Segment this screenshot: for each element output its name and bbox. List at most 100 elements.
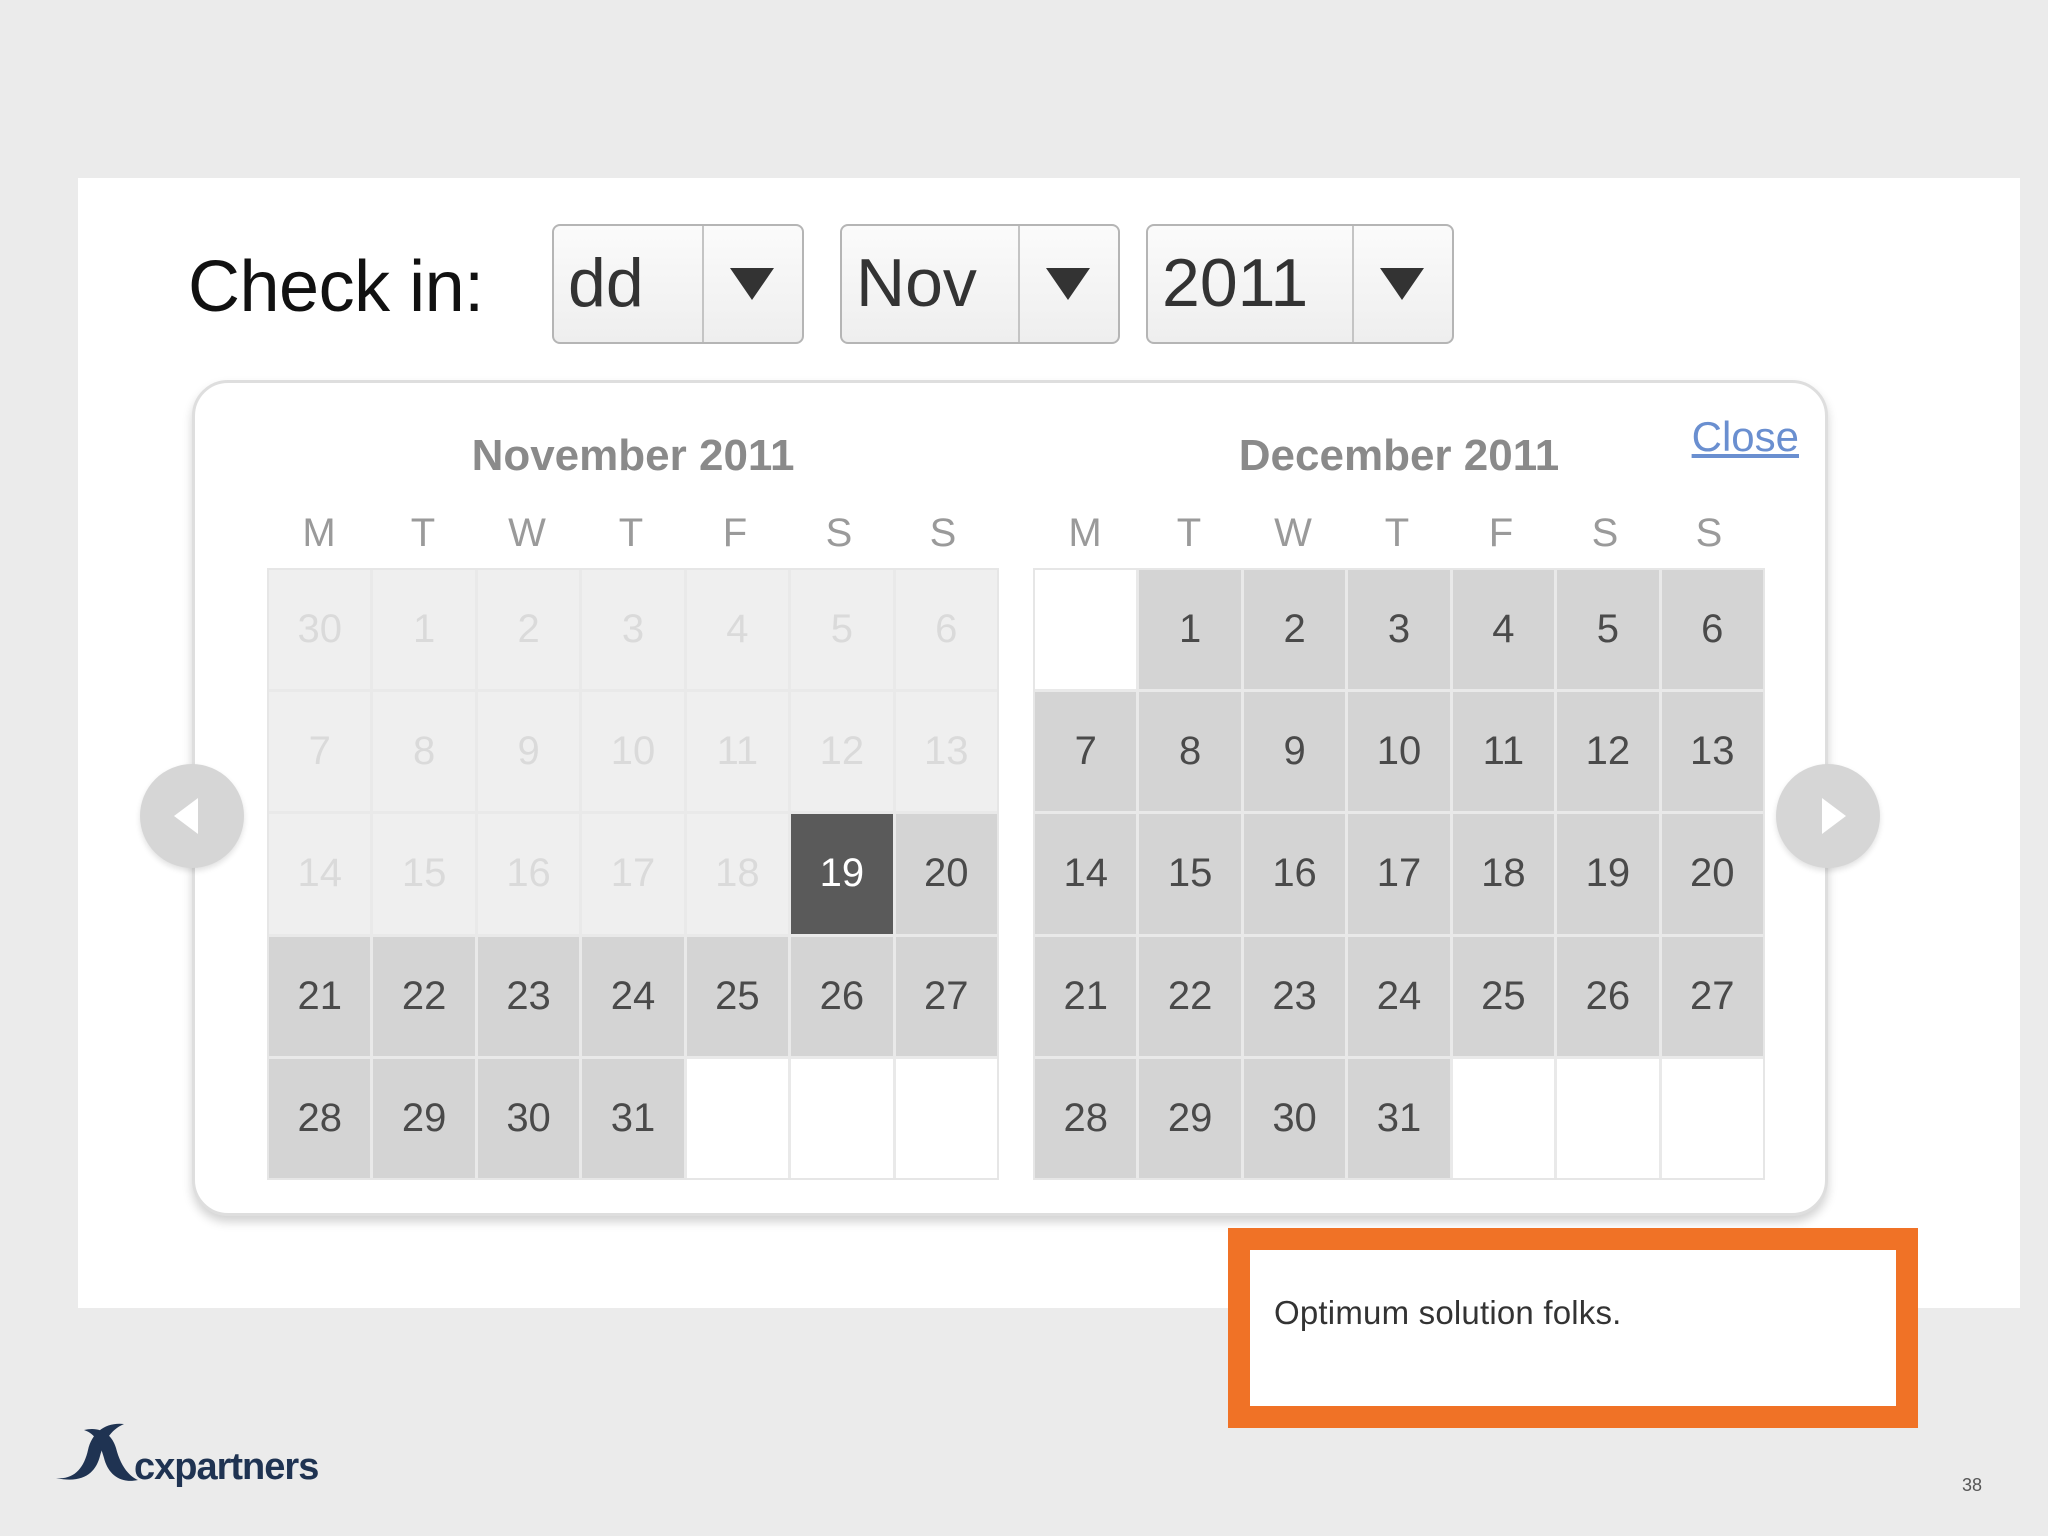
day-cell: 6 xyxy=(895,570,997,690)
day-select-value: dd xyxy=(568,245,644,321)
day-cell: 18 xyxy=(686,814,789,934)
weekday-label: W xyxy=(508,511,546,555)
day-cell[interactable]: 16 xyxy=(1243,814,1346,934)
day-cell[interactable]: 20 xyxy=(895,814,997,934)
triangle-down-icon xyxy=(1380,268,1424,300)
day-cell[interactable]: 11 xyxy=(1452,692,1555,812)
month-select-value: Nov xyxy=(856,245,977,321)
month-title-november: November 2011 xyxy=(471,431,795,480)
day-cell[interactable]: 30 xyxy=(477,1058,580,1178)
day-cell[interactable]: 31 xyxy=(1348,1058,1450,1178)
day-cell[interactable]: 22 xyxy=(373,936,475,1056)
weekday-label: S xyxy=(1591,511,1619,555)
day-cell: 7 xyxy=(269,692,371,812)
check-in-label: Check in: xyxy=(188,247,484,327)
day-cell[interactable]: 3 xyxy=(1348,570,1450,690)
month-title-december: December 2011 xyxy=(1238,431,1560,480)
day-cell[interactable]: 30 xyxy=(1243,1058,1346,1178)
day-cell[interactable]: 2 xyxy=(1243,570,1346,690)
weekday-label: W xyxy=(1274,511,1312,555)
weekday-label: F xyxy=(722,511,748,555)
weekday-label: T xyxy=(618,511,644,555)
next-month-button[interactable] xyxy=(1776,764,1880,868)
weekday-label: F xyxy=(1488,511,1514,555)
day-cell[interactable]: 27 xyxy=(1661,936,1763,1056)
day-cell[interactable]: 31 xyxy=(582,1058,684,1178)
month-select-toggle[interactable] xyxy=(1018,226,1118,342)
weekday-label: S xyxy=(825,511,853,555)
day-cell[interactable]: 23 xyxy=(1243,936,1346,1056)
day-cell: 10 xyxy=(582,692,684,812)
day-cell[interactable]: 5 xyxy=(1557,570,1659,690)
day-cell[interactable]: 21 xyxy=(1035,936,1137,1056)
year-select-value: 2011 xyxy=(1162,245,1309,321)
day-cell: 5 xyxy=(791,570,893,690)
day-cell[interactable]: 4 xyxy=(1452,570,1555,690)
day-cell[interactable]: 26 xyxy=(1557,936,1659,1056)
day-cell[interactable]: 27 xyxy=(895,936,997,1056)
day-cell[interactable]: 6 xyxy=(1661,570,1763,690)
day-cell: 4 xyxy=(686,570,789,690)
page-number: 38 xyxy=(1962,1475,1983,1495)
triangle-down-icon xyxy=(1046,268,1090,300)
day-cell[interactable]: 1 xyxy=(1139,570,1241,690)
month-select[interactable]: Nov xyxy=(840,224,1120,344)
day-cell[interactable]: 21 xyxy=(269,936,371,1056)
empty-day-cell xyxy=(1557,1058,1659,1178)
day-cell: 9 xyxy=(477,692,580,812)
year-select-toggle[interactable] xyxy=(1352,226,1452,342)
day-cell[interactable]: 7 xyxy=(1035,692,1137,812)
day-select-toggle[interactable] xyxy=(702,226,802,342)
day-cell[interactable]: 29 xyxy=(1139,1058,1241,1178)
day-cell: 14 xyxy=(269,814,371,934)
day-cell[interactable]: 28 xyxy=(1035,1058,1137,1178)
day-cell: 30 xyxy=(269,570,371,690)
empty-day-cell xyxy=(1035,570,1137,690)
day-cell[interactable]: 25 xyxy=(686,936,789,1056)
day-cell: 2 xyxy=(477,570,580,690)
empty-day-cell xyxy=(1452,1058,1555,1178)
cxpartners-logo: cxpartners xyxy=(54,1420,319,1490)
day-cell[interactable]: 8 xyxy=(1139,692,1241,812)
selected-day-cell[interactable]: 19 xyxy=(791,814,893,934)
day-cell[interactable]: 12 xyxy=(1557,692,1659,812)
day-cell[interactable]: 25 xyxy=(1452,936,1555,1056)
day-cell[interactable]: 23 xyxy=(477,936,580,1056)
date-picker-popup: Close November 2011 M T W T F S S 30 1 2 3 4… xyxy=(192,380,1828,1216)
logo-wordmark: cxpartners xyxy=(134,1446,319,1488)
day-cell: 11 xyxy=(686,692,789,812)
weekday-label: S xyxy=(1695,511,1723,555)
day-cell[interactable]: 28 xyxy=(269,1058,371,1178)
day-cell: 13 xyxy=(895,692,997,812)
weekday-label: M xyxy=(1068,511,1102,555)
empty-day-cell xyxy=(791,1058,893,1178)
day-cell[interactable]: 19 xyxy=(1557,814,1659,934)
empty-day-cell xyxy=(686,1058,789,1178)
day-cell[interactable]: 18 xyxy=(1452,814,1555,934)
day-cell[interactable]: 14 xyxy=(1035,814,1137,934)
prev-month-button[interactable] xyxy=(140,764,244,868)
day-cell: 12 xyxy=(791,692,893,812)
weekday-label: T xyxy=(1384,511,1410,555)
day-cell[interactable]: 9 xyxy=(1243,692,1346,812)
day-cell: 16 xyxy=(477,814,580,934)
day-cell[interactable]: 10 xyxy=(1348,692,1450,812)
day-grid-november: 30 1 2 3 4 5 6 7 8 9 10 11 12 13 14 15 16 17 18 19 20 21 22 23 2… xyxy=(267,568,999,1180)
day-grid-december: 1 2 3 4 5 6 7 8 9 10 11 12 13 14 15 16 17 18 19 20 21 22 23 24 2… xyxy=(1033,568,1765,1180)
empty-day-cell xyxy=(895,1058,997,1178)
day-cell[interactable]: 17 xyxy=(1348,814,1450,934)
weekday-label: T xyxy=(410,511,436,555)
screenshot-panel: Check in: dd Nov 2011 Close November 201… xyxy=(78,178,2020,1308)
day-cell[interactable]: 22 xyxy=(1139,936,1241,1056)
day-cell[interactable]: 24 xyxy=(582,936,684,1056)
annotation-note: Optimum solution folks. xyxy=(1228,1228,1918,1428)
day-cell[interactable]: 29 xyxy=(373,1058,475,1178)
day-cell[interactable]: 20 xyxy=(1661,814,1763,934)
day-cell[interactable]: 26 xyxy=(791,936,893,1056)
year-select[interactable]: 2011 xyxy=(1146,224,1454,344)
empty-day-cell xyxy=(1661,1058,1763,1178)
day-cell[interactable]: 13 xyxy=(1661,692,1763,812)
day-select[interactable]: dd xyxy=(552,224,804,344)
day-cell[interactable]: 15 xyxy=(1139,814,1241,934)
day-cell[interactable]: 24 xyxy=(1348,936,1450,1056)
